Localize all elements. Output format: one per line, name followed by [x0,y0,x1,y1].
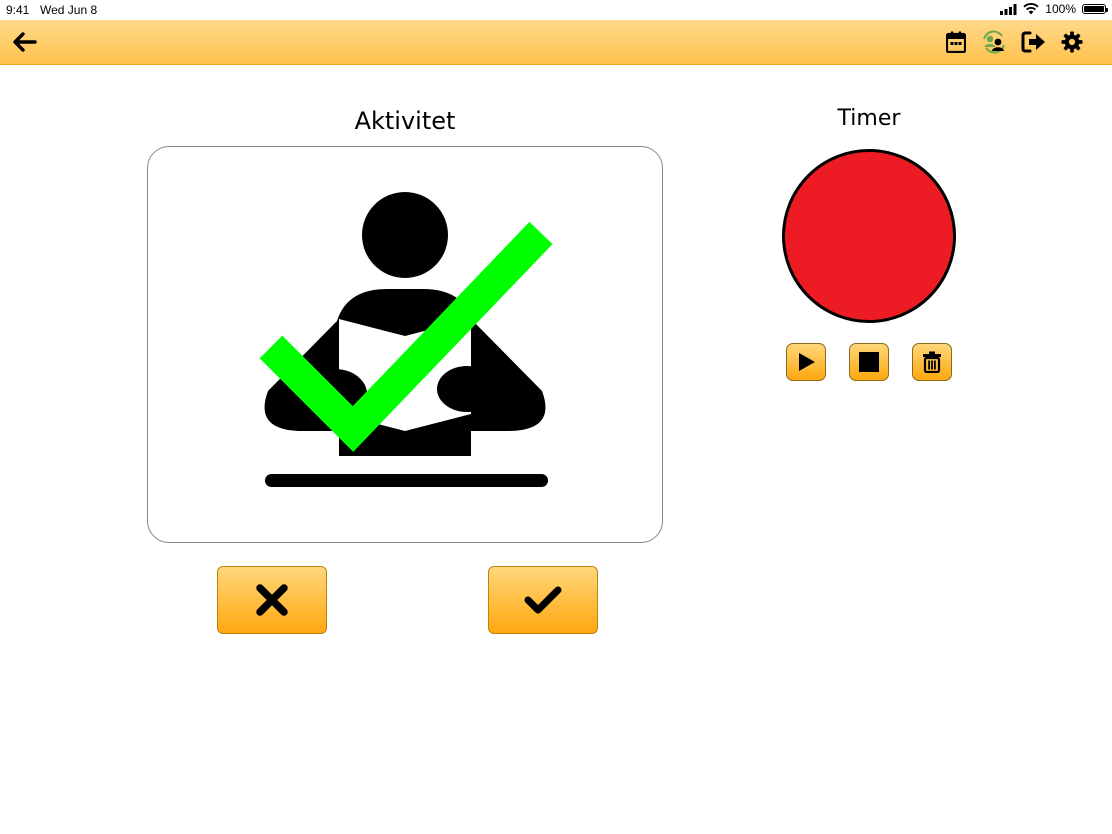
calendar-icon [946,31,966,53]
trash-icon [923,351,941,373]
accept-button[interactable] [488,566,598,634]
gear-icon [1061,31,1083,53]
back-button[interactable] [10,28,38,56]
settings-button[interactable] [1058,28,1086,56]
timer-play-button[interactable] [786,343,826,381]
reject-button[interactable] [217,566,327,634]
logout-button[interactable] [1020,28,1048,56]
users-sync-icon [983,30,1005,54]
battery-icon [1082,4,1108,14]
timer-title: Timer [837,106,901,131]
timer-display [782,149,956,323]
battery-percent: 100% [1045,2,1076,16]
timer-stop-button[interactable] [849,343,889,381]
activity-card[interactable] [147,146,663,543]
calendar-button[interactable] [942,28,970,56]
status-bar: 9:41 Wed Jun 8 100% [0,0,1112,20]
switch-user-button[interactable] [980,28,1008,56]
status-date: Wed Jun 8 [40,3,98,17]
activity-title: Aktivitet [354,107,456,135]
stop-icon [859,352,879,372]
status-time: 9:41 [6,3,30,17]
activity-pictogram [259,192,553,487]
arrow-left-icon [13,32,37,52]
signal-icon [1000,3,1017,15]
x-icon [256,584,288,616]
toolbar [0,20,1112,65]
sign-out-icon [1021,31,1045,53]
person-reading-icon [264,192,548,487]
check-icon [524,586,562,614]
timer-delete-button[interactable] [912,343,952,381]
wifi-icon [1023,3,1039,15]
play-icon [799,353,815,371]
status-indicators: 100% [1000,2,1108,16]
